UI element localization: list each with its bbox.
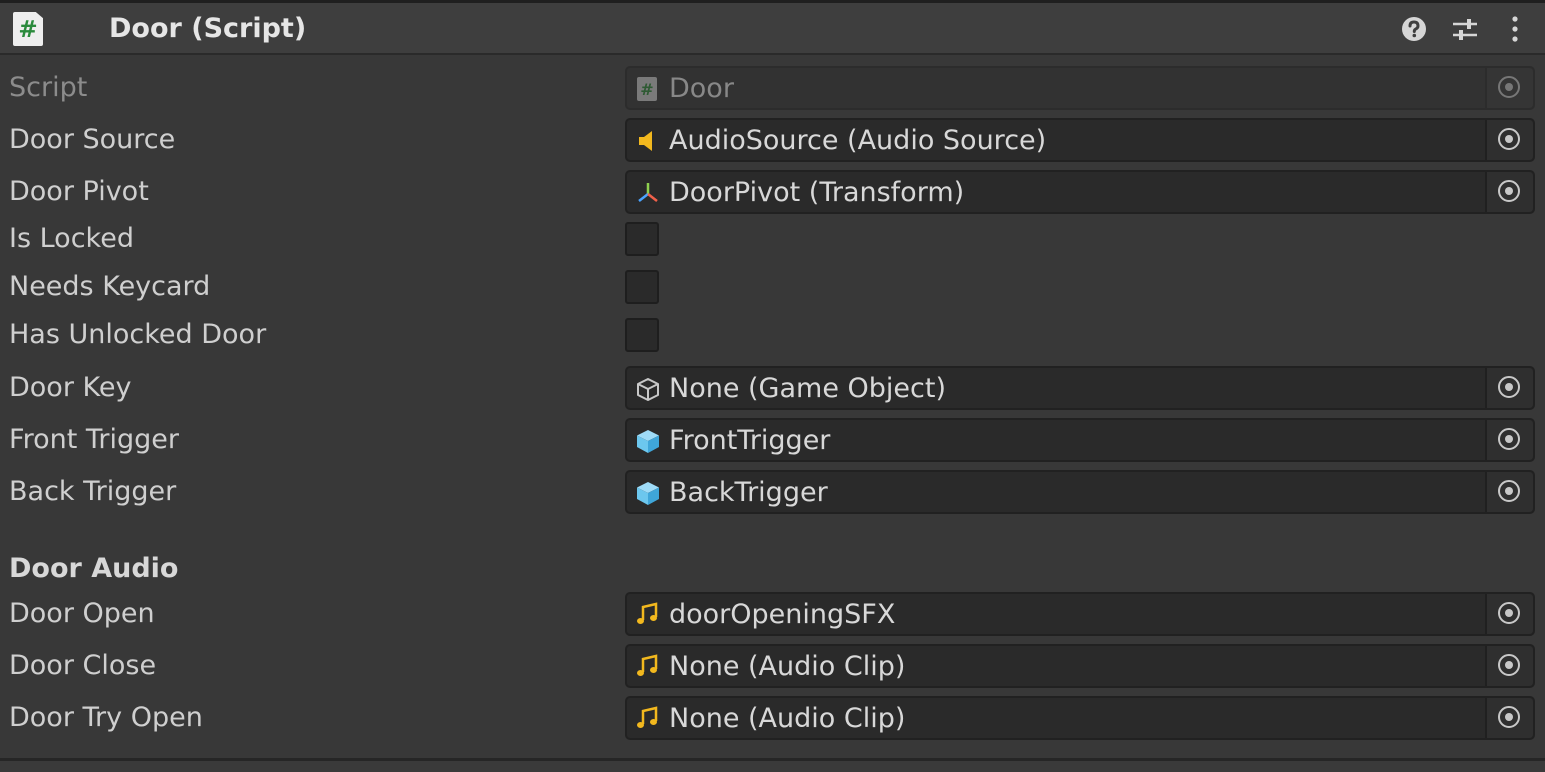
prefab-cube-icon (635, 428, 661, 454)
object-picker-button[interactable] (1485, 646, 1533, 686)
back-trigger-label: Back Trigger (9, 476, 177, 507)
object-picker-button (1485, 68, 1533, 108)
door-pivot-label: Door Pivot (9, 176, 149, 207)
object-picker-button[interactable] (1485, 420, 1533, 460)
door-audio-header: Door Audio (9, 553, 179, 584)
audio-source-icon (635, 128, 661, 154)
door-source-value: AudioSource (Audio Source) (669, 125, 1047, 156)
door-close-value: None (Audio Clip) (669, 651, 906, 682)
door-key-label: Door Key (9, 372, 132, 403)
csharp-script-icon: # (13, 12, 43, 46)
inspector-footer (0, 761, 1545, 772)
back-trigger-value: BackTrigger (669, 477, 828, 508)
door-source-label: Door Source (9, 124, 176, 155)
presets-icon[interactable] (1450, 14, 1480, 44)
csharp-script-icon: # (635, 76, 661, 102)
back-trigger-field[interactable]: BackTrigger (625, 470, 1535, 514)
door-pivot-value: DoorPivot (Transform) (669, 177, 965, 208)
help-icon[interactable] (1399, 14, 1429, 44)
door-open-label: Door Open (9, 598, 155, 629)
prefab-cube-icon (635, 480, 661, 506)
door-pivot-field[interactable]: DoorPivot (Transform) (625, 170, 1535, 214)
audio-clip-icon (635, 706, 661, 732)
component-title: Door (Script) (109, 13, 307, 44)
component-header[interactable]: # Door (Script) (0, 3, 1545, 55)
door-open-value: doorOpeningSFX (669, 599, 896, 630)
object-picker-button[interactable] (1485, 120, 1533, 160)
transform-icon (635, 180, 661, 206)
needs-keycard-checkbox[interactable] (625, 270, 659, 304)
door-try-open-value: None (Audio Clip) (669, 703, 906, 734)
door-open-field[interactable]: doorOpeningSFX (625, 592, 1535, 636)
is-locked-checkbox[interactable] (625, 222, 659, 256)
svg-text:#: # (640, 80, 653, 99)
has-unlocked-door-checkbox[interactable] (625, 318, 659, 352)
door-close-label: Door Close (9, 650, 157, 681)
object-picker-button[interactable] (1485, 698, 1533, 738)
object-picker-button[interactable] (1485, 594, 1533, 634)
object-picker-button[interactable] (1485, 172, 1533, 212)
object-picker-button[interactable] (1485, 472, 1533, 512)
front-trigger-value: FrontTrigger (669, 425, 831, 456)
object-picker-button[interactable] (1485, 368, 1533, 408)
front-trigger-label: Front Trigger (9, 424, 179, 455)
door-close-field[interactable]: None (Audio Clip) (625, 644, 1535, 688)
script-value: Door (669, 73, 734, 104)
audio-clip-icon (635, 602, 661, 628)
door-try-open-label: Door Try Open (9, 702, 203, 733)
door-source-field[interactable]: AudioSource (Audio Source) (625, 118, 1535, 162)
needs-keycard-label: Needs Keycard (9, 271, 211, 302)
script-label: Script (9, 72, 88, 103)
script-field: # Door (625, 66, 1535, 110)
door-key-field[interactable]: None (Game Object) (625, 366, 1535, 410)
audio-clip-icon (635, 654, 661, 680)
gameobject-outline-icon (635, 376, 661, 402)
has-unlocked-door-label: Has Unlocked Door (9, 319, 267, 350)
is-locked-label: Is Locked (9, 223, 134, 254)
front-trigger-field[interactable]: FrontTrigger (625, 418, 1535, 462)
kebab-menu-icon[interactable] (1500, 14, 1530, 44)
door-try-open-field[interactable]: None (Audio Clip) (625, 696, 1535, 740)
door-key-value: None (Game Object) (669, 373, 946, 404)
